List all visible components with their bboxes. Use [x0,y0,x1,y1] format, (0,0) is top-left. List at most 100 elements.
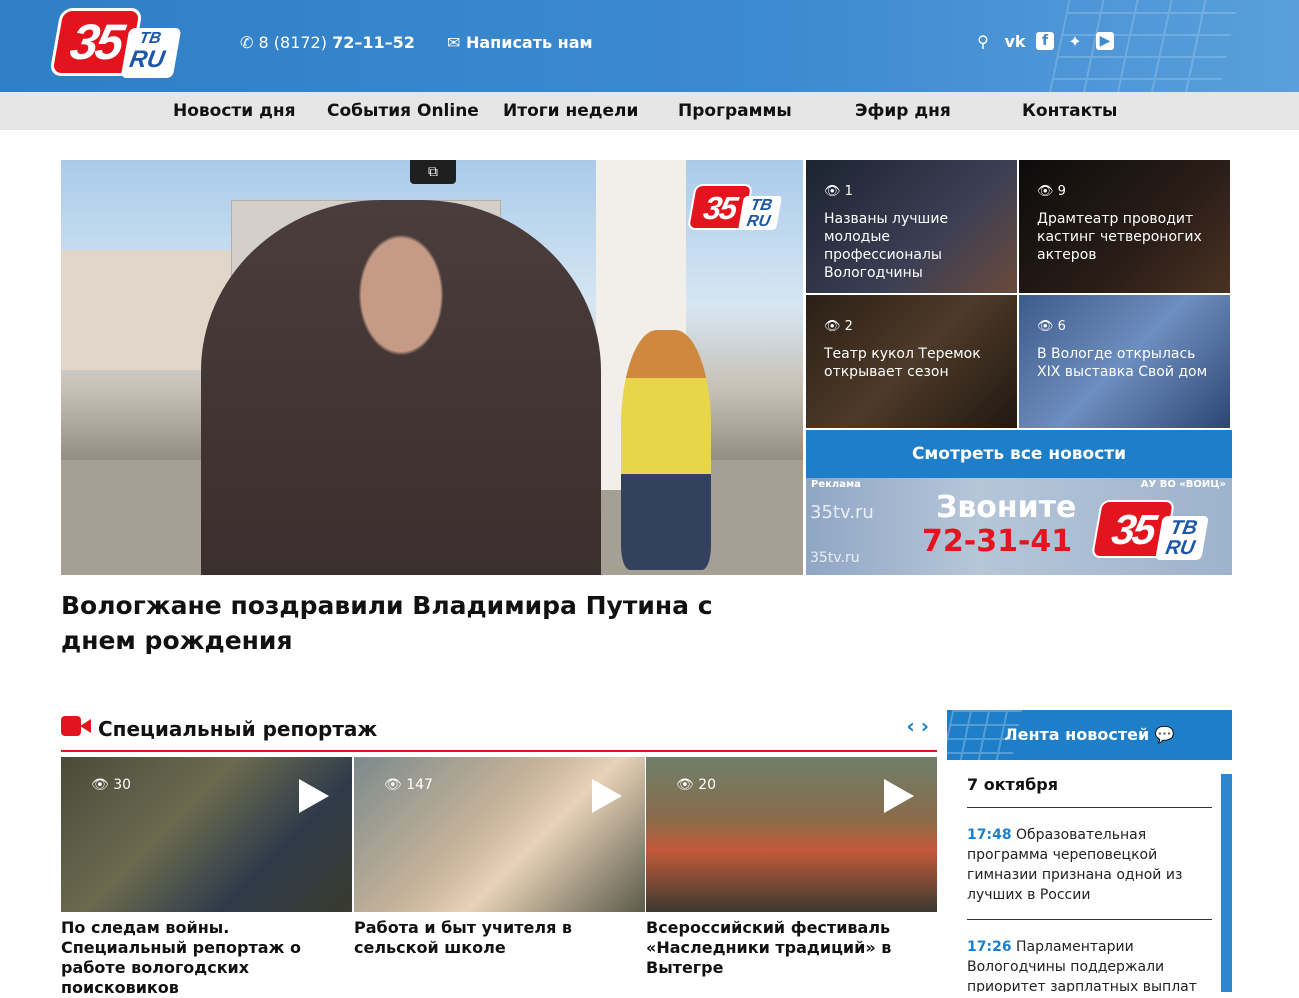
news-tile[interactable]: 👁 2 Театр кукол Теремок открывает сезон [806,295,1017,428]
site-logo[interactable]: 35 ТВ RU [49,8,182,80]
nav-item-programs[interactable]: Программы [678,101,792,121]
video-card[interactable]: 👁 147 Работа и быт учителя в сельской шк… [354,757,645,958]
chevron-right-icon[interactable]: › [921,714,935,738]
news-tile[interactable]: 👁 9 Драмтеатр проводит кастинг четвероно… [1019,160,1230,293]
ad-phone: 72-31-41 [922,524,1073,559]
envelope-icon: ✉ [447,33,461,52]
phone-prefix: 8 (8172) [258,33,327,52]
card-caption[interactable]: По следам войны. Специальный репортаж о … [61,918,352,998]
section-title: Специальный репортаж [98,717,378,741]
views-count: 30 [113,777,132,793]
youtube-icon[interactable]: ▶ [1096,32,1114,50]
feed-header-decoration [947,710,1023,760]
feed-divider [967,807,1212,808]
news-tile[interactable]: 👁 6 В Вологде открылась XIX выставка Сво… [1019,295,1230,428]
eye-icon: 👁 [676,777,694,793]
card-image: 👁 20 [646,757,937,912]
feed-item[interactable]: 17:26 Парламентарии Вологодчины поддержа… [967,937,1197,992]
main-nav: Новости дня События Online Итоги недели … [0,92,1299,130]
views-count: 6 [1057,319,1066,334]
play-icon[interactable] [592,779,622,813]
chat-bubble-icon: 💬 [1154,725,1175,744]
card-views: 👁 30 [91,777,131,793]
write-us-label: Написать нам [465,33,593,52]
header-icons: ⚲ vk f ✦ ▶ [972,32,1114,52]
tile-title: В Вологде открылась XIX выставка Свой до… [1037,346,1208,380]
views-count: 9 [1057,184,1066,199]
feed-item[interactable]: 17:48 Образовательная программа черепове… [967,825,1197,905]
tile-title: Названы лучшие молодые профессионалы Вол… [824,211,949,281]
vk-icon[interactable]: vk [1004,32,1026,52]
card-caption[interactable]: Всероссийский фестиваль «Наследники трад… [646,918,937,978]
views-count: 2 [844,319,853,334]
ad-call-text: Звоните [936,490,1077,525]
tile-title: Театр кукол Теремок открывает сезон [824,346,981,380]
hero-image[interactable]: ⧉ 35 ТВ RU [61,160,803,575]
hero-headline[interactable]: Вологжане поздравили Владимира Путина с … [61,588,781,658]
video-card[interactable]: 👁 20 Всероссийский фестиваль «Наследники… [646,757,937,978]
nav-item-contacts[interactable]: Контакты [1022,101,1117,121]
eye-icon: 👁 [384,777,402,793]
eye-icon: 👁 [1037,319,1054,334]
card-image: 👁 30 [61,757,352,912]
hero-person [201,200,601,575]
logo-badge: ТВ RU [120,28,182,78]
phone-number: 72–11–52 [332,33,415,52]
card-caption[interactable]: Работа и быт учителя в сельской школе [354,918,645,958]
news-tile[interactable]: 👁 1 Названы лучшие молодые профессионалы… [806,160,1017,293]
tile-title: Драмтеатр проводит кастинг четвероногих … [1037,211,1202,263]
nav-item-events-online[interactable]: События Online [327,101,479,121]
eye-icon: 👁 [824,184,841,199]
eye-icon: 👁 [824,319,841,334]
chevron-left-icon[interactable]: ‹ [907,714,921,738]
tile-views: 👁 6 [1037,319,1066,334]
hero-watermark: 35 ТВ RU [686,184,787,234]
watermark-ru: RU [745,213,772,230]
search-icon[interactable]: ⚲ [972,32,994,52]
card-image: 👁 147 [354,757,645,912]
news-tiles: 👁 1 Названы лучшие молодые профессионалы… [806,160,1232,428]
ad-site: 35tv.ru [810,502,874,523]
news-feed-header[interactable]: Лента новостей 💬 [947,710,1232,760]
eye-icon: 👁 [1037,184,1054,199]
views-count: 147 [406,777,433,793]
all-news-button[interactable]: Смотреть все новости [806,430,1232,478]
feed-item-time: 17:48 [967,827,1012,843]
feed-item-time: 17:26 [967,939,1012,955]
nav-item-news-of-day[interactable]: Новости дня [173,101,296,121]
feed-date: 7 октября [967,775,1058,794]
facebook-icon[interactable]: f [1036,32,1054,50]
ad-logo-ru: RU [1163,537,1197,559]
header-phone[interactable]: ✆ 8 (8172) 72–11–52 [240,33,415,52]
feed-scrollbar[interactable] [1221,774,1232,992]
ad-logo-tv: ТВ [1168,517,1200,539]
phone-icon: ✆ [240,33,254,52]
eye-icon: 👁 [91,777,109,793]
video-card[interactable]: 👁 30 По следам войны. Специальный репорт… [61,757,352,998]
play-icon[interactable] [299,779,329,813]
expand-icon[interactable]: ⧉ [410,160,456,184]
twitter-icon[interactable]: ✦ [1064,32,1086,52]
news-feed: Лента новостей 💬 7 октября 17:48 Образов… [947,710,1232,992]
carousel-arrows: ‹› [907,714,936,738]
hero-passerby [621,330,711,570]
play-icon[interactable] [884,779,914,813]
views-count: 1 [844,184,853,199]
watermark-badge: ТВ RU [738,196,782,230]
views-count: 20 [698,777,717,793]
nav-item-week-results[interactable]: Итоги недели [503,101,638,121]
ad-label: Реклама [811,479,861,490]
write-us-link[interactable]: ✉ Написать нам [447,33,593,52]
nav-item-broadcast[interactable]: Эфир дня [855,101,951,121]
ad-banner[interactable]: Реклама АУ ВО «ВОИЦ» 35tv.ru 35tv.ru Зво… [806,478,1232,575]
ad-site-small: 35tv.ru [810,550,860,566]
site-header: 35 ТВ RU ✆ 8 (8172) 72–11–52 ✉ Написать … [0,0,1299,92]
logo-ru: RU [127,46,167,73]
card-views: 👁 20 [676,777,716,793]
tile-views: 👁 2 [824,319,853,334]
tile-views: 👁 9 [1037,184,1066,199]
ad-logo-badge: ТВ RU [1155,516,1209,560]
special-report-header: Специальный репортаж ‹› [61,714,937,752]
watermark-tv: ТВ [749,197,774,214]
news-feed-title: Лента новостей [1004,725,1150,744]
